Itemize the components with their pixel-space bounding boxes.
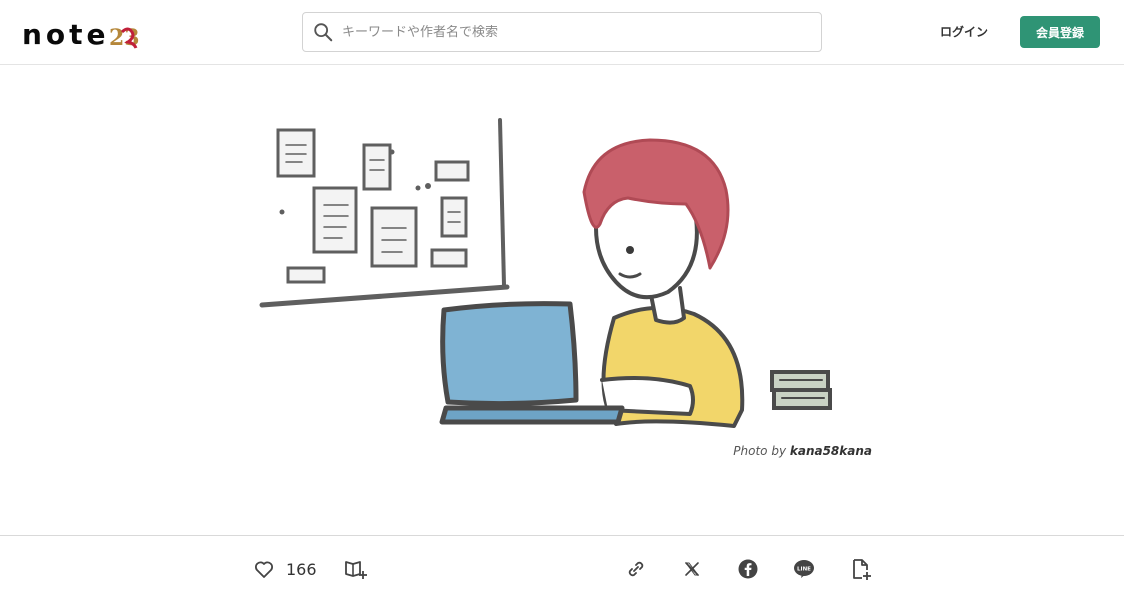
bulletin-board bbox=[259, 118, 510, 308]
like-button[interactable]: 166 bbox=[252, 556, 317, 582]
like-count: 166 bbox=[286, 559, 317, 579]
photo-credit: Photo by kana58kana bbox=[733, 444, 872, 458]
line-icon: LINE bbox=[794, 560, 814, 578]
search-input[interactable] bbox=[342, 24, 821, 40]
embed-button[interactable] bbox=[849, 556, 873, 582]
add-to-magazine-button[interactable] bbox=[343, 556, 369, 582]
copy-link-button[interactable] bbox=[624, 556, 648, 582]
site-header: note 23 ログイン 会員登録 bbox=[0, 0, 1124, 65]
share-facebook-button[interactable] bbox=[737, 556, 759, 582]
books bbox=[770, 370, 832, 410]
share-line-button[interactable]: LINE bbox=[793, 556, 815, 582]
magazine-add-icon bbox=[345, 561, 367, 579]
hero-illustration bbox=[259, 118, 832, 428]
article-action-bar: 166 LINE bbox=[0, 535, 1124, 600]
login-button[interactable]: ログイン bbox=[926, 20, 1002, 44]
svg-text:LINE: LINE bbox=[797, 567, 811, 573]
heart-icon bbox=[255, 561, 273, 578]
link-icon bbox=[628, 561, 644, 577]
photo-credit-author[interactable]: kana58kana bbox=[790, 444, 872, 458]
facebook-icon bbox=[738, 559, 758, 579]
person-figure bbox=[582, 138, 745, 428]
signup-button[interactable]: 会員登録 bbox=[1020, 16, 1100, 48]
laptop bbox=[439, 301, 625, 425]
search-icon bbox=[314, 23, 333, 42]
logo-text: note bbox=[22, 18, 110, 51]
file-add-icon bbox=[853, 559, 871, 580]
photo-credit-prefix: Photo by bbox=[733, 444, 790, 458]
note-logo[interactable]: note 23 bbox=[22, 16, 142, 51]
search-box[interactable] bbox=[302, 12, 822, 52]
x-logo-icon bbox=[685, 562, 699, 576]
anniversary-badge: 23 bbox=[109, 25, 140, 50]
share-x-button[interactable] bbox=[681, 556, 703, 582]
